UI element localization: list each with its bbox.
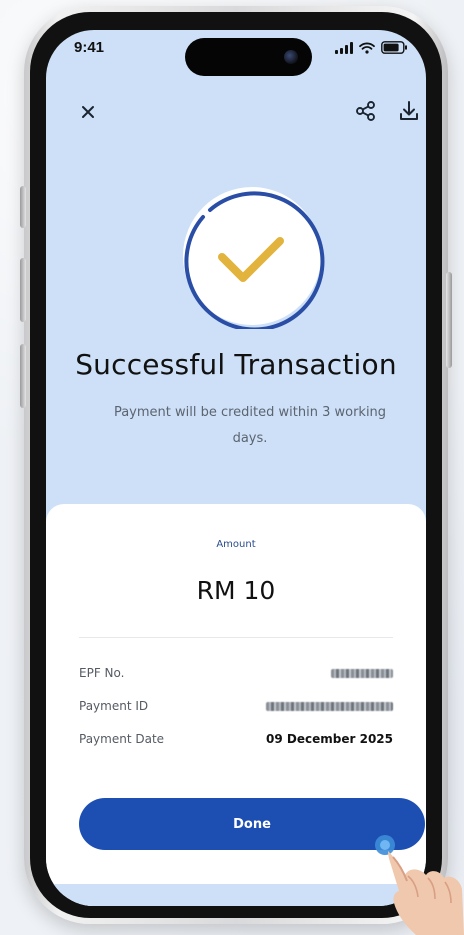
share-button[interactable] bbox=[351, 96, 381, 126]
wifi-icon bbox=[359, 42, 375, 54]
status-bar: 9:41 bbox=[46, 30, 426, 80]
share-icon bbox=[356, 101, 375, 121]
check-circle-icon bbox=[183, 187, 325, 332]
amount-label: Amount bbox=[216, 539, 256, 550]
volume-down-button bbox=[20, 344, 26, 408]
amount-value: RM 10 bbox=[196, 576, 276, 605]
volume-up-button bbox=[20, 258, 26, 322]
battery-icon bbox=[381, 41, 408, 54]
payment-date-label: Payment Date bbox=[79, 732, 165, 746]
payment-id-value bbox=[266, 701, 393, 711]
epf-number-row: EPF No. bbox=[79, 662, 393, 684]
success-check-badge bbox=[179, 183, 325, 332]
screenshot-canvas: 9:41 Successful Transaction Payment will… bbox=[0, 0, 464, 935]
epf-number-value bbox=[331, 668, 393, 678]
home-indicator-area bbox=[46, 884, 426, 906]
top-action-bar bbox=[46, 92, 426, 128]
success-title: Successful Transaction bbox=[75, 348, 397, 381]
success-message: Payment will be credited within 3 workin… bbox=[113, 405, 387, 446]
payment-id-label: Payment ID bbox=[79, 699, 149, 713]
action-button bbox=[20, 186, 26, 228]
tap-hand-icon bbox=[375, 835, 464, 935]
app-screen: 9:41 Successful Transaction Payment will… bbox=[46, 30, 426, 906]
summary-divider bbox=[79, 637, 393, 638]
payment-date-row: Payment Date 09 December 2025 bbox=[79, 728, 393, 750]
epf-number-label: EPF No. bbox=[79, 666, 125, 680]
download-button[interactable] bbox=[394, 96, 424, 126]
payment-id-row: Payment ID bbox=[79, 695, 393, 717]
camera-icon bbox=[284, 50, 298, 64]
dynamic-island bbox=[185, 38, 312, 76]
download-icon bbox=[400, 101, 418, 120]
power-button bbox=[446, 272, 452, 368]
transaction-summary-card: Amount RM 10 EPF No. Payment ID Payment … bbox=[46, 504, 426, 906]
close-button[interactable] bbox=[74, 98, 102, 126]
status-icons bbox=[335, 41, 408, 54]
status-time: 9:41 bbox=[74, 39, 105, 56]
signal-icon bbox=[335, 41, 353, 54]
payment-date-value: 09 December 2025 bbox=[266, 732, 393, 746]
close-icon bbox=[82, 106, 94, 118]
